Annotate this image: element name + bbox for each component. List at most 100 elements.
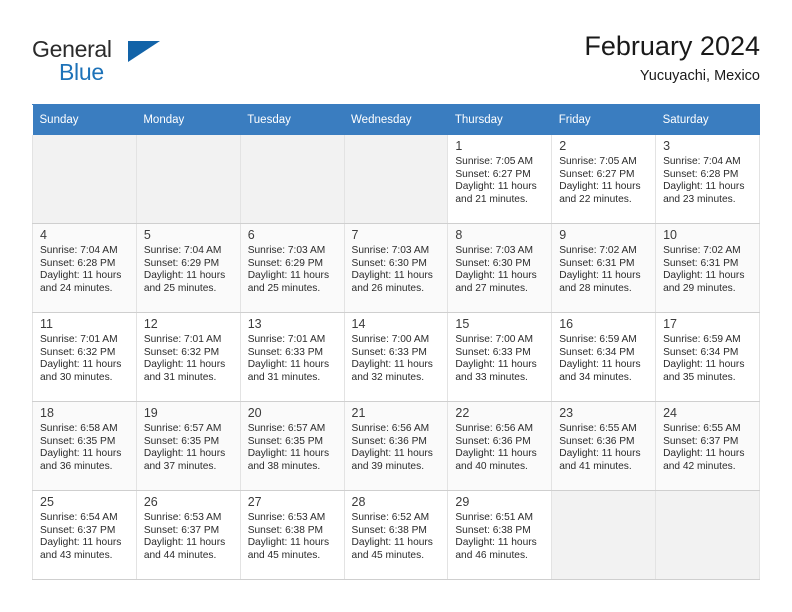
calendar-day-cell[interactable]: 6 Sunrise: 7:03 AM Sunset: 6:29 PM Daylight… bbox=[239, 223, 345, 313]
day-details: Sunrise: 6:59 AM Sunset: 6:34 PM Daylight:… bbox=[656, 333, 759, 384]
calendar-body: 1 Sunrise: 7:05 AM Sunset: 6:27 PM Daylight… bbox=[32, 135, 760, 580]
weekday-header-friday: Friday bbox=[551, 105, 656, 135]
daylight-duration-line1: Daylight: 11 hours bbox=[247, 448, 330, 460]
sunset-time: Sunset: 6:35 PM bbox=[143, 435, 220, 447]
day-details: Sunrise: 6:58 AM Sunset: 6:35 PM Daylight:… bbox=[33, 422, 136, 473]
calendar-day-cell[interactable]: 27 Sunrise: 6:53 AM Sunset: 6:38 PM Dayligh… bbox=[239, 490, 345, 580]
daylight-duration-line2: and 43 minutes. bbox=[40, 549, 113, 561]
daylight-duration-line2: and 42 minutes. bbox=[663, 460, 736, 472]
daylight-duration-line1: Daylight: 11 hours bbox=[143, 359, 226, 371]
calendar-day-cell[interactable]: 28 Sunrise: 6:52 AM Sunset: 6:38 PM Dayligh… bbox=[343, 490, 449, 580]
calendar-day-cell[interactable]: 7 Sunrise: 7:03 AM Sunset: 6:30 PM Daylight… bbox=[343, 223, 449, 313]
calendar-day-cell[interactable]: 3 Sunrise: 7:04 AM Sunset: 6:28 PM Daylight… bbox=[655, 135, 760, 224]
daylight-duration-line1: Daylight: 11 hours bbox=[351, 270, 433, 282]
day-details: Sunrise: 7:05 AM Sunset: 6:27 PM Daylight:… bbox=[552, 155, 655, 206]
calendar-week-row: 18 Sunrise: 6:58 AM Sunset: 6:35 PM Dayligh… bbox=[32, 401, 760, 491]
day-details: Sunrise: 6:57 AM Sunset: 6:35 PM Daylight:… bbox=[137, 422, 240, 473]
general-blue-logo[interactable]: General Blue bbox=[32, 36, 212, 92]
daylight-duration-line2: and 35 minutes. bbox=[663, 371, 736, 383]
daylight-duration-line1: Daylight: 11 hours bbox=[559, 448, 641, 460]
day-details: Sunrise: 7:01 AM Sunset: 6:32 PM Daylight:… bbox=[33, 333, 136, 384]
daylight-duration-line2: and 30 minutes. bbox=[40, 371, 113, 383]
calendar-day-cell[interactable]: 17 Sunrise: 6:59 AM Sunset: 6:34 PM Dayligh… bbox=[655, 312, 760, 402]
calendar-day-cell[interactable]: 12 Sunrise: 7:01 AM Sunset: 6:32 PM Dayligh… bbox=[135, 312, 241, 402]
day-details: Sunrise: 7:04 AM Sunset: 6:28 PM Daylight:… bbox=[33, 244, 136, 295]
day-number: 12 bbox=[143, 317, 158, 331]
day-details: Sunrise: 7:00 AM Sunset: 6:33 PM Daylight:… bbox=[345, 333, 448, 384]
daylight-duration-line2: and 38 minutes. bbox=[247, 460, 321, 472]
calendar-week-row: 25 Sunrise: 6:54 AM Sunset: 6:37 PM Dayligh… bbox=[32, 490, 760, 580]
calendar-day-cell[interactable]: 9 Sunrise: 7:02 AM Sunset: 6:31 PM Daylight… bbox=[551, 223, 657, 313]
weekday-header-thursday: Thursday bbox=[447, 105, 552, 135]
sunrise-time: Sunrise: 7:01 AM bbox=[143, 334, 222, 345]
daylight-duration-line1: Daylight: 11 hours bbox=[247, 359, 330, 371]
calendar-day-cell[interactable]: 11 Sunrise: 7:01 AM Sunset: 6:32 PM Dayligh… bbox=[32, 312, 137, 402]
sunrise-time: Sunrise: 7:01 AM bbox=[247, 334, 326, 345]
calendar-day-cell[interactable]: 15 Sunrise: 7:00 AM Sunset: 6:33 PM Dayligh… bbox=[447, 312, 553, 402]
daylight-duration-line1: Daylight: 11 hours bbox=[247, 537, 330, 549]
calendar-day-cell[interactable]: 2 Sunrise: 7:05 AM Sunset: 6:27 PM Daylight… bbox=[551, 135, 657, 224]
calendar-day-cell[interactable]: 18 Sunrise: 6:58 AM Sunset: 6:35 PM Dayligh… bbox=[32, 401, 137, 491]
sunrise-time: Sunrise: 7:02 AM bbox=[559, 245, 637, 256]
daylight-duration-line1: Daylight: 11 hours bbox=[40, 270, 122, 282]
sunrise-time: Sunrise: 7:05 AM bbox=[455, 156, 533, 167]
day-number: 17 bbox=[663, 317, 677, 331]
daylight-duration-line2: and 27 minutes. bbox=[455, 282, 528, 294]
daylight-duration-line2: and 25 minutes. bbox=[143, 282, 217, 294]
calendar-page: General Blue February 2024 Yucuyachi, Me… bbox=[0, 0, 792, 612]
sunrise-time: Sunrise: 6:57 AM bbox=[247, 423, 326, 434]
sunset-time: Sunset: 6:31 PM bbox=[663, 257, 739, 269]
calendar-day-cell[interactable]: 24 Sunrise: 6:55 AM Sunset: 6:37 PM Dayligh… bbox=[655, 401, 760, 491]
day-details: Sunrise: 6:55 AM Sunset: 6:37 PM Daylight:… bbox=[656, 422, 759, 473]
sunset-time: Sunset: 6:33 PM bbox=[351, 346, 427, 358]
daylight-duration-line1: Daylight: 11 hours bbox=[455, 448, 537, 460]
sunset-time: Sunset: 6:33 PM bbox=[455, 346, 531, 358]
calendar-day-cell[interactable]: 21 Sunrise: 6:56 AM Sunset: 6:36 PM Dayligh… bbox=[343, 401, 449, 491]
daylight-duration-line2: and 34 minutes. bbox=[559, 371, 632, 383]
sunset-time: Sunset: 6:28 PM bbox=[663, 168, 739, 180]
title-block: February 2024 Yucuyachi, Mexico bbox=[584, 30, 760, 86]
sunset-time: Sunset: 6:27 PM bbox=[559, 168, 635, 180]
calendar-cell-empty bbox=[32, 135, 137, 224]
day-details: Sunrise: 6:52 AM Sunset: 6:38 PM Daylight:… bbox=[345, 511, 448, 562]
sunrise-time: Sunrise: 7:01 AM bbox=[40, 334, 118, 345]
daylight-duration-line2: and 46 minutes. bbox=[455, 549, 528, 561]
sunset-time: Sunset: 6:32 PM bbox=[40, 346, 116, 358]
day-number: 25 bbox=[40, 495, 54, 509]
calendar-day-cell[interactable]: 1 Sunrise: 7:05 AM Sunset: 6:27 PM Daylight… bbox=[447, 135, 553, 224]
day-number: 13 bbox=[247, 317, 262, 331]
calendar-day-cell[interactable]: 19 Sunrise: 6:57 AM Sunset: 6:35 PM Dayligh… bbox=[135, 401, 241, 491]
daylight-duration-line2: and 45 minutes. bbox=[351, 549, 425, 561]
calendar-day-cell[interactable]: 22 Sunrise: 6:56 AM Sunset: 6:36 PM Dayligh… bbox=[447, 401, 553, 491]
calendar-day-cell[interactable]: 5 Sunrise: 7:04 AM Sunset: 6:29 PM Daylight… bbox=[135, 223, 241, 313]
sunrise-time: Sunrise: 6:53 AM bbox=[143, 512, 222, 523]
calendar-header-row: Sunday Monday Tuesday Wednesday Thursday… bbox=[32, 105, 760, 135]
calendar-day-cell[interactable]: 10 Sunrise: 7:02 AM Sunset: 6:31 PM Dayligh… bbox=[655, 223, 760, 313]
calendar-day-cell[interactable]: 4 Sunrise: 7:04 AM Sunset: 6:28 PM Daylight… bbox=[32, 223, 137, 313]
daylight-duration-line2: and 39 minutes. bbox=[351, 460, 425, 472]
sunrise-time: Sunrise: 7:04 AM bbox=[40, 245, 118, 256]
sunset-time: Sunset: 6:30 PM bbox=[455, 257, 531, 269]
calendar-day-cell[interactable]: 14 Sunrise: 7:00 AM Sunset: 6:33 PM Dayligh… bbox=[343, 312, 449, 402]
calendar-day-cell[interactable]: 8 Sunrise: 7:03 AM Sunset: 6:30 PM Daylight… bbox=[447, 223, 553, 313]
sunrise-time: Sunrise: 7:00 AM bbox=[455, 334, 533, 345]
page-header: General Blue February 2024 Yucuyachi, Me… bbox=[32, 30, 760, 92]
day-details: Sunrise: 6:53 AM Sunset: 6:37 PM Daylight:… bbox=[137, 511, 240, 562]
day-number: 29 bbox=[455, 495, 470, 509]
day-details: Sunrise: 6:56 AM Sunset: 6:36 PM Daylight:… bbox=[448, 422, 551, 473]
day-number: 2 bbox=[559, 139, 567, 153]
calendar-day-cell[interactable]: 26 Sunrise: 6:53 AM Sunset: 6:37 PM Dayligh… bbox=[135, 490, 241, 580]
calendar-day-cell[interactable]: 25 Sunrise: 6:54 AM Sunset: 6:37 PM Dayligh… bbox=[32, 490, 137, 580]
day-details: Sunrise: 6:55 AM Sunset: 6:36 PM Daylight:… bbox=[552, 422, 655, 473]
calendar-day-cell[interactable]: 29 Sunrise: 6:51 AM Sunset: 6:38 PM Dayligh… bbox=[447, 490, 553, 580]
sunset-time: Sunset: 6:27 PM bbox=[455, 168, 531, 180]
sunset-time: Sunset: 6:34 PM bbox=[663, 346, 739, 358]
day-number: 11 bbox=[40, 317, 53, 331]
calendar-day-cell[interactable]: 13 Sunrise: 7:01 AM Sunset: 6:33 PM Dayligh… bbox=[239, 312, 345, 402]
calendar-day-cell[interactable]: 16 Sunrise: 6:59 AM Sunset: 6:34 PM Dayligh… bbox=[551, 312, 657, 402]
sunset-time: Sunset: 6:38 PM bbox=[247, 524, 324, 536]
daylight-duration-line2: and 21 minutes. bbox=[455, 193, 528, 205]
calendar-day-cell[interactable]: 23 Sunrise: 6:55 AM Sunset: 6:36 PM Dayligh… bbox=[551, 401, 657, 491]
sunrise-time: Sunrise: 7:04 AM bbox=[663, 156, 741, 167]
calendar-day-cell[interactable]: 20 Sunrise: 6:57 AM Sunset: 6:35 PM Dayligh… bbox=[239, 401, 345, 491]
